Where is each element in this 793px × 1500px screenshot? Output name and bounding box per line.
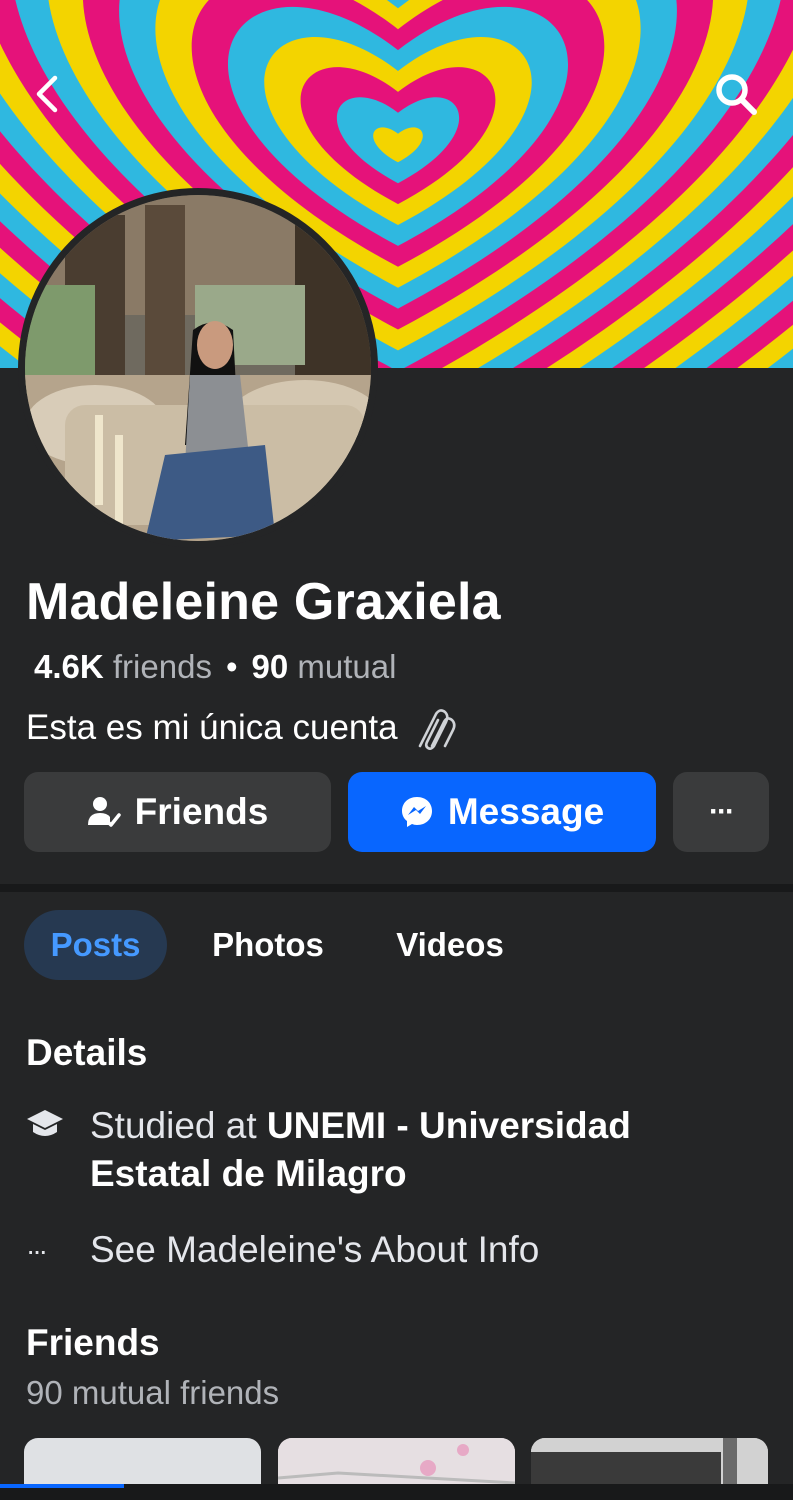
education-detail[interactable]: Studied at UNEMI - Universidad Estatal d… [26, 1102, 631, 1198]
profile-picture[interactable] [18, 188, 378, 548]
section-divider [0, 884, 793, 892]
education-cap-icon [27, 1110, 63, 1136]
message-button-label: Message [447, 791, 605, 832]
tab-videos[interactable]: Videos [370, 910, 530, 980]
education-school-line1[interactable]: UNEMI - Universidad [267, 1105, 631, 1146]
dots-icon: ··· [26, 1235, 48, 1266]
profile-photo [25, 195, 371, 541]
mutual-friends-count[interactable]: 90 mutual friends [26, 1374, 279, 1412]
education-prefix: Studied at [90, 1105, 257, 1146]
bio-text: Esta es mi única cuenta [26, 708, 398, 747]
friends-button[interactable]: Friends [24, 772, 331, 852]
profile-bio: Esta es mi única cuenta [26, 706, 458, 750]
load-progress [0, 1484, 124, 1488]
stats-separator: • [225, 648, 238, 685]
education-school-line2[interactable]: Estatal de Milagro [90, 1153, 407, 1194]
about-info-link[interactable]: ··· See Madeleine's About Info [26, 1229, 539, 1273]
more-options-button[interactable]: ··· [673, 772, 769, 852]
friends-label: friends [112, 648, 212, 685]
chevron-left-icon [36, 75, 58, 113]
friend-thumbnail[interactable] [531, 1438, 768, 1488]
more-icon: ··· [709, 795, 735, 828]
message-button[interactable]: Message [348, 772, 656, 852]
search-icon [716, 74, 757, 115]
friend-check-icon [87, 797, 121, 827]
bottom-bar [0, 1484, 793, 1500]
search-button[interactable] [706, 64, 766, 124]
friend-stats[interactable]: 4.6K friends • 90 mutual [34, 648, 396, 686]
friends-heading: Friends [26, 1322, 160, 1363]
friend-thumbnail[interactable] [278, 1438, 515, 1488]
mutual-label: mutual [297, 648, 397, 685]
details-heading: Details [26, 1032, 148, 1073]
back-button[interactable] [18, 64, 78, 124]
friends-button-label: Friends [134, 791, 269, 832]
profile-name: Madeleine Graxiela [26, 573, 501, 631]
paperclip-icon [418, 709, 456, 750]
mutual-count: 90 [251, 648, 289, 685]
friends-count: 4.6K [34, 648, 104, 685]
tab-posts[interactable]: Posts [24, 910, 167, 980]
messenger-icon [401, 797, 432, 827]
about-info-text: See Madeleine's About Info [90, 1229, 540, 1270]
friend-thumbnail[interactable] [24, 1438, 261, 1488]
tab-photos[interactable]: Photos [190, 910, 346, 980]
